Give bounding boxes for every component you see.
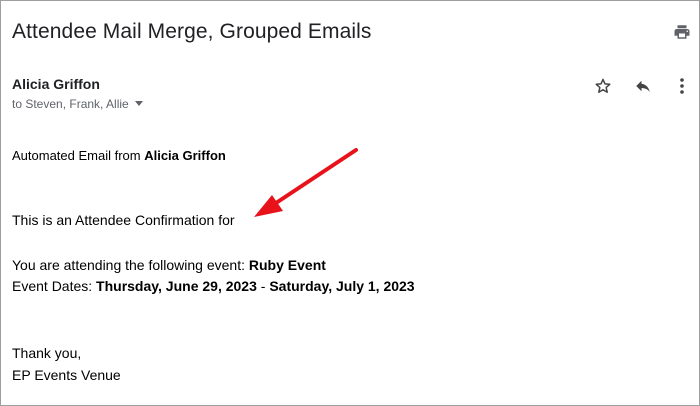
start-date: Thursday, June 29, 2023 (96, 278, 257, 294)
more-vert-icon[interactable] (679, 77, 685, 95)
closing-line: Thank you, (12, 345, 82, 361)
intro-line: Automated Email from Alicia Griffon (12, 148, 226, 163)
intro-prefix: Automated Email from (12, 148, 145, 163)
print-icon[interactable] (673, 23, 691, 41)
recipients-toggle[interactable]: to Steven, Frank, Allie (12, 97, 143, 111)
dates-prefix: Event Dates: (12, 278, 97, 294)
date-separator: - (256, 278, 270, 294)
intro-name: Alicia Griffon (144, 148, 226, 163)
confirmation-line: This is an Attendee Confirmation for (12, 212, 235, 228)
event-dates-line: Event Dates: Thursday, June 29, 2023 - S… (12, 278, 415, 294)
signature-line: EP Events Venue (12, 367, 121, 383)
end-date: Saturday, July 1, 2023 (269, 278, 415, 294)
recipients-label: to Steven, Frank, Allie (12, 97, 129, 111)
reply-icon[interactable] (634, 77, 652, 95)
sender-name[interactable]: Alicia Griffon (12, 76, 100, 92)
star-icon[interactable] (594, 77, 612, 95)
event-name: Ruby Event (248, 257, 326, 273)
event-prefix: You are attending the following event: (12, 257, 249, 273)
email-view: Attendee Mail Merge, Grouped Emails Alic… (0, 0, 700, 406)
email-subject: Attendee Mail Merge, Grouped Emails (12, 20, 372, 43)
event-line: You are attending the following event: R… (12, 257, 326, 273)
chevron-down-icon[interactable] (134, 101, 143, 106)
